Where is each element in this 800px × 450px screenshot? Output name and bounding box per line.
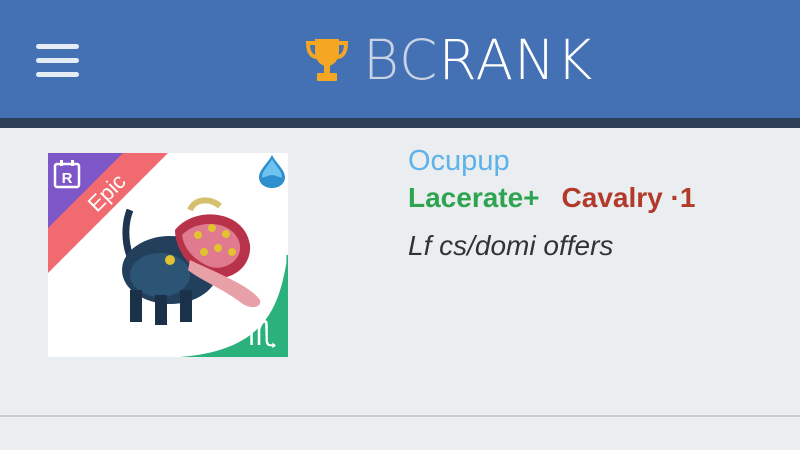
level-separator: · (670, 182, 680, 213)
water-drop-icon (259, 155, 285, 188)
brand-logo[interactable]: BCRANK (305, 28, 593, 92)
offer-note: Lf cs/domi offers (408, 230, 614, 261)
scorpio-sign-icon: ♏ (180, 255, 288, 357)
header-shadow (0, 118, 800, 128)
monster-name[interactable]: Ocupup (408, 145, 510, 178)
brand-name: BCRANK (363, 28, 593, 92)
top-navigation-bar: BCRANK (0, 0, 800, 118)
card-divider (0, 415, 800, 417)
level-value: 1 (679, 182, 696, 213)
hamburger-menu-icon[interactable] (36, 44, 80, 78)
svg-text:♏: ♏ (247, 314, 277, 354)
skill-label: Lacerate+ (408, 182, 540, 213)
monster-attributes: Lacerate+ Cavalry ·1 (408, 182, 695, 214)
role-label: Cavalry (561, 182, 663, 213)
brand-suffix: RANK (438, 28, 594, 92)
r-badge-icon: R (53, 160, 81, 189)
brand-prefix: BC (363, 28, 439, 92)
trophy-icon (305, 39, 349, 81)
r-badge-letter: R (62, 170, 73, 187)
